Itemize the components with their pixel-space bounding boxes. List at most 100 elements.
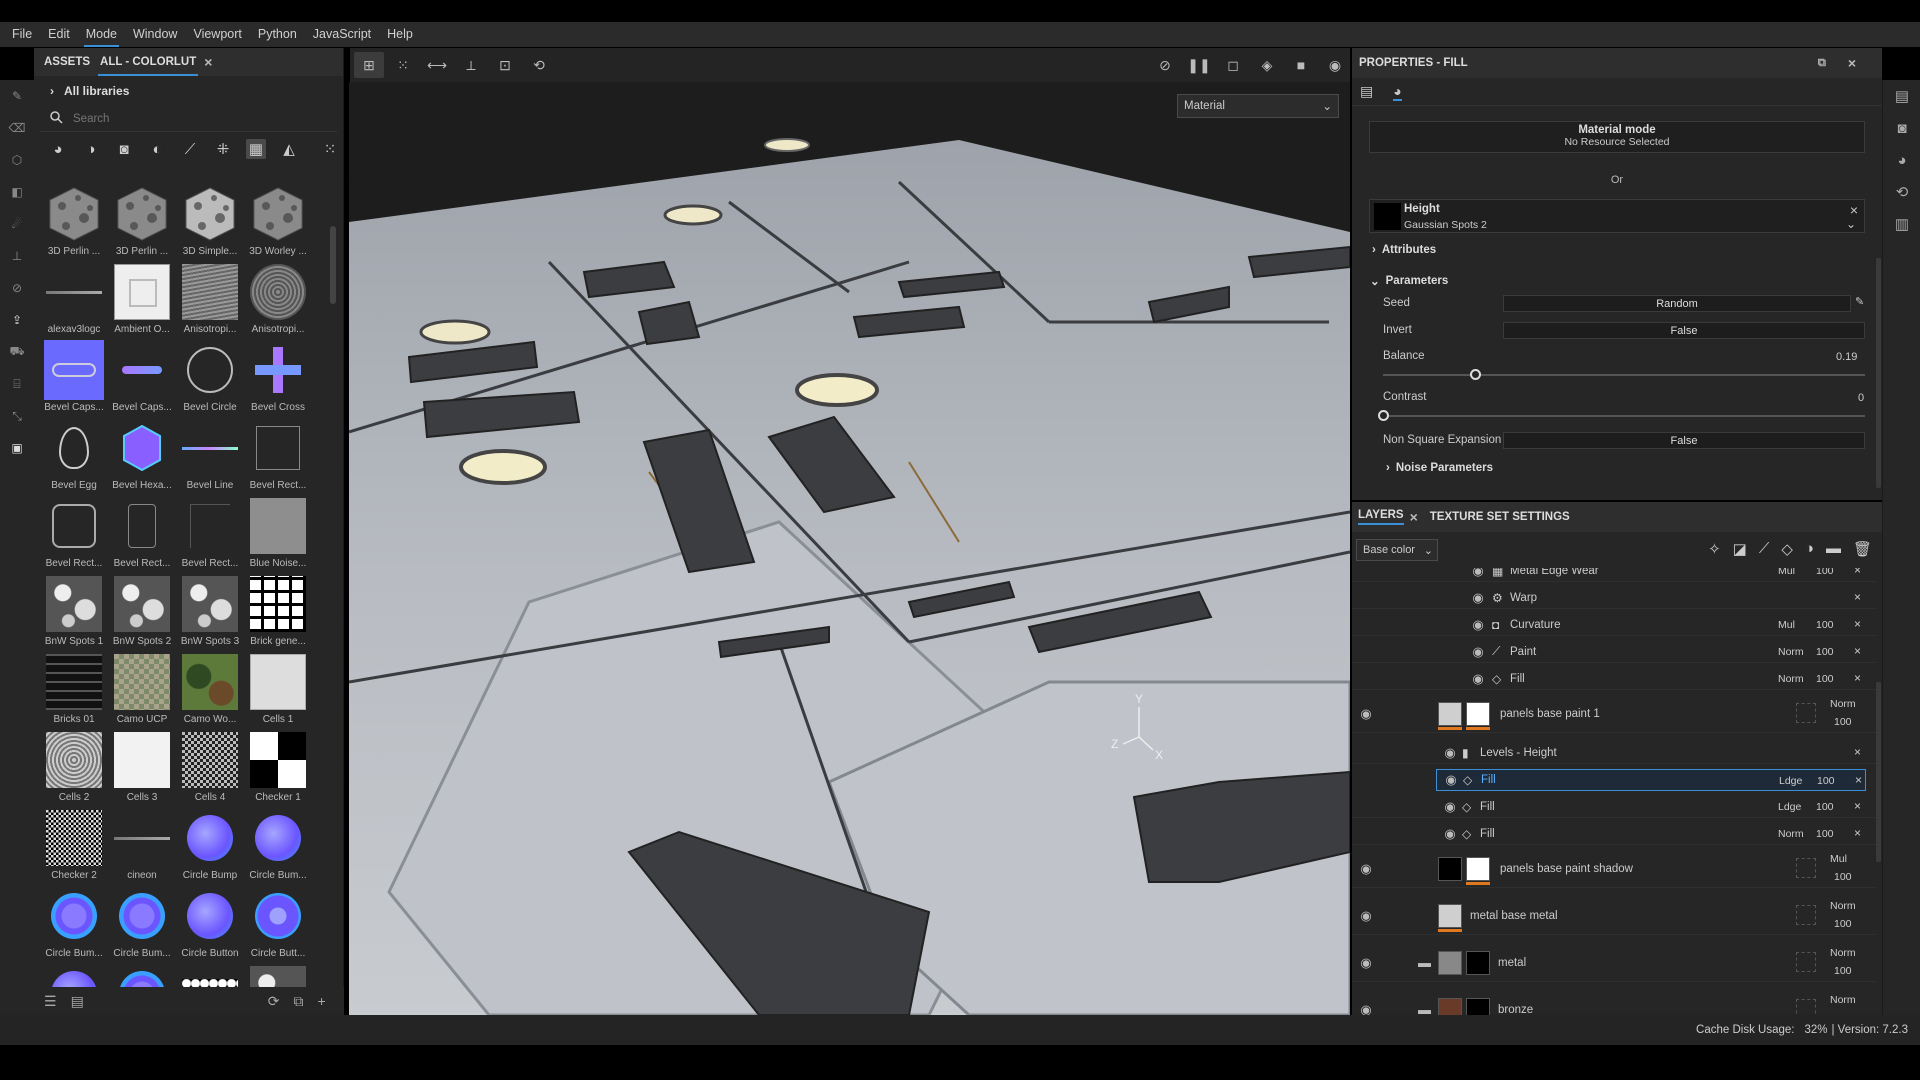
mask-filter-icon[interactable]: ◙ bbox=[114, 139, 134, 159]
asset-tile[interactable]: Cells 2 bbox=[40, 726, 108, 804]
add-paint-layer-icon[interactable]: ⟋ bbox=[1759, 540, 1770, 558]
brush-filter-icon[interactable]: ⟋ bbox=[180, 139, 200, 159]
asset-tile[interactable]: alexav3logc bbox=[40, 258, 108, 336]
asset-tile[interactable]: Bevel Hexa... bbox=[108, 414, 176, 492]
hide-icon[interactable]: ⊘ bbox=[1150, 52, 1180, 78]
asset-tile[interactable]: Bevel Cross bbox=[244, 336, 312, 414]
menu-window[interactable]: Window bbox=[125, 22, 185, 47]
list-view-icon[interactable]: ▤ bbox=[71, 993, 84, 1010]
particle-filter-icon[interactable]: ⁜ bbox=[213, 139, 233, 159]
shader-settings-icon[interactable]: ◕ bbox=[1883, 144, 1920, 176]
layer-folder-row[interactable]: ◉ ▬ bronze Norm bbox=[1352, 991, 1876, 1015]
smart-material-filter-icon[interactable]: ◑ bbox=[81, 139, 101, 159]
layers-scrollbar[interactable] bbox=[1876, 682, 1881, 862]
layer-row[interactable]: ◉ panels base paint shadow Mul 100 bbox=[1352, 850, 1876, 888]
visibility-eye-icon[interactable]: ◉ bbox=[1358, 955, 1374, 971]
menu-help[interactable]: Help bbox=[379, 22, 421, 47]
parameters-section[interactable]: ⌄ Parameters bbox=[1370, 274, 1448, 288]
projection-icon[interactable]: ⬡ bbox=[0, 144, 34, 176]
close-icon[interactable]: × bbox=[1848, 55, 1856, 71]
blend-mode[interactable]: Norm bbox=[1830, 900, 1856, 912]
mirror-x-icon[interactable]: ⟷ bbox=[422, 52, 452, 78]
contrast-value[interactable]: 0 bbox=[1858, 392, 1864, 404]
blend-mode[interactable]: Ldge bbox=[1778, 801, 1801, 813]
asset-tile[interactable]: Checker 2 bbox=[40, 804, 108, 882]
remove-icon[interactable]: × bbox=[1854, 590, 1861, 604]
balance-slider-knob[interactable] bbox=[1469, 369, 1481, 380]
blend-mode[interactable]: Mul bbox=[1830, 853, 1847, 865]
add-effect-icon[interactable]: ✧ bbox=[1708, 540, 1721, 558]
add-folder-icon[interactable]: ▬ bbox=[1826, 540, 1841, 558]
frame-icon[interactable]: ⊡ bbox=[490, 52, 520, 78]
screenshot-camera-icon[interactable]: ◉ bbox=[1320, 52, 1350, 78]
pause-icon[interactable]: ❚❚ bbox=[1184, 52, 1214, 78]
generator-filter-icon[interactable]: ◐ bbox=[147, 139, 167, 159]
measure-icon[interactable]: ⤡ bbox=[0, 400, 34, 432]
blend-mode[interactable]: Norm bbox=[1830, 698, 1856, 710]
asset-tile[interactable]: Circle Butt... bbox=[244, 882, 312, 960]
layer-row[interactable]: ◉ metal base metal Norm 100 bbox=[1352, 897, 1876, 935]
menu-viewport[interactable]: Viewport bbox=[185, 22, 249, 47]
blend-slot[interactable] bbox=[1796, 905, 1816, 925]
remove-icon[interactable]: × bbox=[1854, 568, 1861, 577]
asset-tile[interactable]: Circle Bum... bbox=[108, 882, 176, 960]
asset-tile[interactable]: BnW Spots 1 bbox=[40, 570, 108, 648]
asset-tile[interactable]: Cells 3 bbox=[108, 726, 176, 804]
layer-row[interactable]: ◉ panels base paint 1 Norm 100 bbox=[1352, 695, 1876, 733]
asset-tile[interactable]: Camo Wo... bbox=[176, 648, 244, 726]
libraries-row[interactable]: › All libraries bbox=[34, 76, 343, 106]
remove-icon[interactable]: × bbox=[1854, 799, 1861, 813]
visibility-eye-icon[interactable]: ◉ bbox=[1443, 772, 1459, 788]
asset-tile[interactable]: Bricks 01 bbox=[40, 648, 108, 726]
blend-mode[interactable]: Norm bbox=[1830, 947, 1856, 959]
opacity-value[interactable]: 100 bbox=[1816, 619, 1834, 631]
layer-effect-row[interactable]: ◉ ◇ Fill Ldge 100 × bbox=[1436, 769, 1866, 791]
balance-value[interactable]: 0.19 bbox=[1836, 351, 1857, 363]
new-window-icon[interactable]: ⧉ bbox=[294, 993, 304, 1010]
opacity-value[interactable]: 100 bbox=[1816, 828, 1834, 840]
menu-edit[interactable]: Edit bbox=[40, 22, 78, 47]
add-fill-layer-icon[interactable]: ◇ bbox=[1781, 540, 1793, 558]
asset-tile[interactable] bbox=[244, 960, 312, 990]
visibility-eye-icon[interactable]: ◉ bbox=[1442, 826, 1458, 842]
remove-icon[interactable]: × bbox=[1854, 644, 1861, 658]
add-icon[interactable]: + bbox=[318, 993, 326, 1009]
asset-tile[interactable]: Anisotropi... bbox=[176, 258, 244, 336]
properties-scrollbar[interactable] bbox=[1876, 258, 1881, 488]
layer-effect-row[interactable]: ◉ ▦ Metal Edge Wear Mul 100 × bbox=[1352, 568, 1876, 582]
uv-tile-icon[interactable]: ⁙ bbox=[388, 52, 418, 78]
remove-icon[interactable]: × bbox=[1854, 745, 1861, 759]
asset-tile[interactable]: BnW Spots 2 bbox=[108, 570, 176, 648]
asset-tile[interactable]: Bevel Rect... bbox=[40, 492, 108, 570]
attributes-section[interactable]: › Attributes bbox=[1372, 244, 1436, 256]
menu-file[interactable]: File bbox=[4, 22, 40, 47]
log-icon[interactable]: ▥ bbox=[1883, 208, 1920, 240]
layer-effect-row[interactable]: ◉ ◇ Fill Ldge 100 × bbox=[1352, 796, 1876, 818]
height-resource-box[interactable]: Height Gaussian Spots 2 × ⌄ bbox=[1369, 199, 1865, 233]
asset-tile[interactable]: Bevel Rect... bbox=[244, 414, 312, 492]
blend-slot[interactable] bbox=[1796, 858, 1816, 878]
asset-tile[interactable]: Circle Bum... bbox=[40, 882, 108, 960]
visibility-eye-icon[interactable]: ◉ bbox=[1442, 745, 1458, 761]
opacity-value[interactable]: 100 bbox=[1834, 716, 1852, 728]
blend-slot[interactable] bbox=[1796, 952, 1816, 972]
asset-tile[interactable]: Blue Noise... bbox=[244, 492, 312, 570]
remove-icon[interactable]: × bbox=[1854, 617, 1861, 631]
opacity-value[interactable]: 100 bbox=[1834, 918, 1852, 930]
asset-tile[interactable]: 3D Worley ... bbox=[244, 180, 312, 258]
opacity-value[interactable]: 100 bbox=[1834, 871, 1852, 883]
visibility-eye-icon[interactable]: ◉ bbox=[1358, 1002, 1374, 1016]
menu-python[interactable]: Python bbox=[250, 22, 305, 47]
mirror-y-icon[interactable]: ⟂ bbox=[456, 52, 486, 78]
contrast-slider-track[interactable] bbox=[1383, 415, 1865, 417]
tab-material-icon[interactable]: ◕ bbox=[1393, 83, 1402, 101]
remove-icon[interactable]: × bbox=[1855, 773, 1862, 787]
view-3d-icon[interactable]: ◈ bbox=[1252, 52, 1282, 78]
layer-effect-row[interactable]: ◉ ◇ Fill Norm 100 × bbox=[1352, 823, 1876, 845]
remove-icon[interactable]: × bbox=[1854, 826, 1861, 840]
asset-tile[interactable]: Circle Bum... bbox=[244, 804, 312, 882]
asset-tile[interactable] bbox=[108, 960, 176, 990]
opacity-value[interactable]: 100 bbox=[1817, 775, 1835, 787]
visibility-eye-icon[interactable]: ◉ bbox=[1470, 568, 1486, 579]
layer-effect-row[interactable]: ◉ ◘ Curvature Mul 100 × bbox=[1352, 614, 1876, 636]
